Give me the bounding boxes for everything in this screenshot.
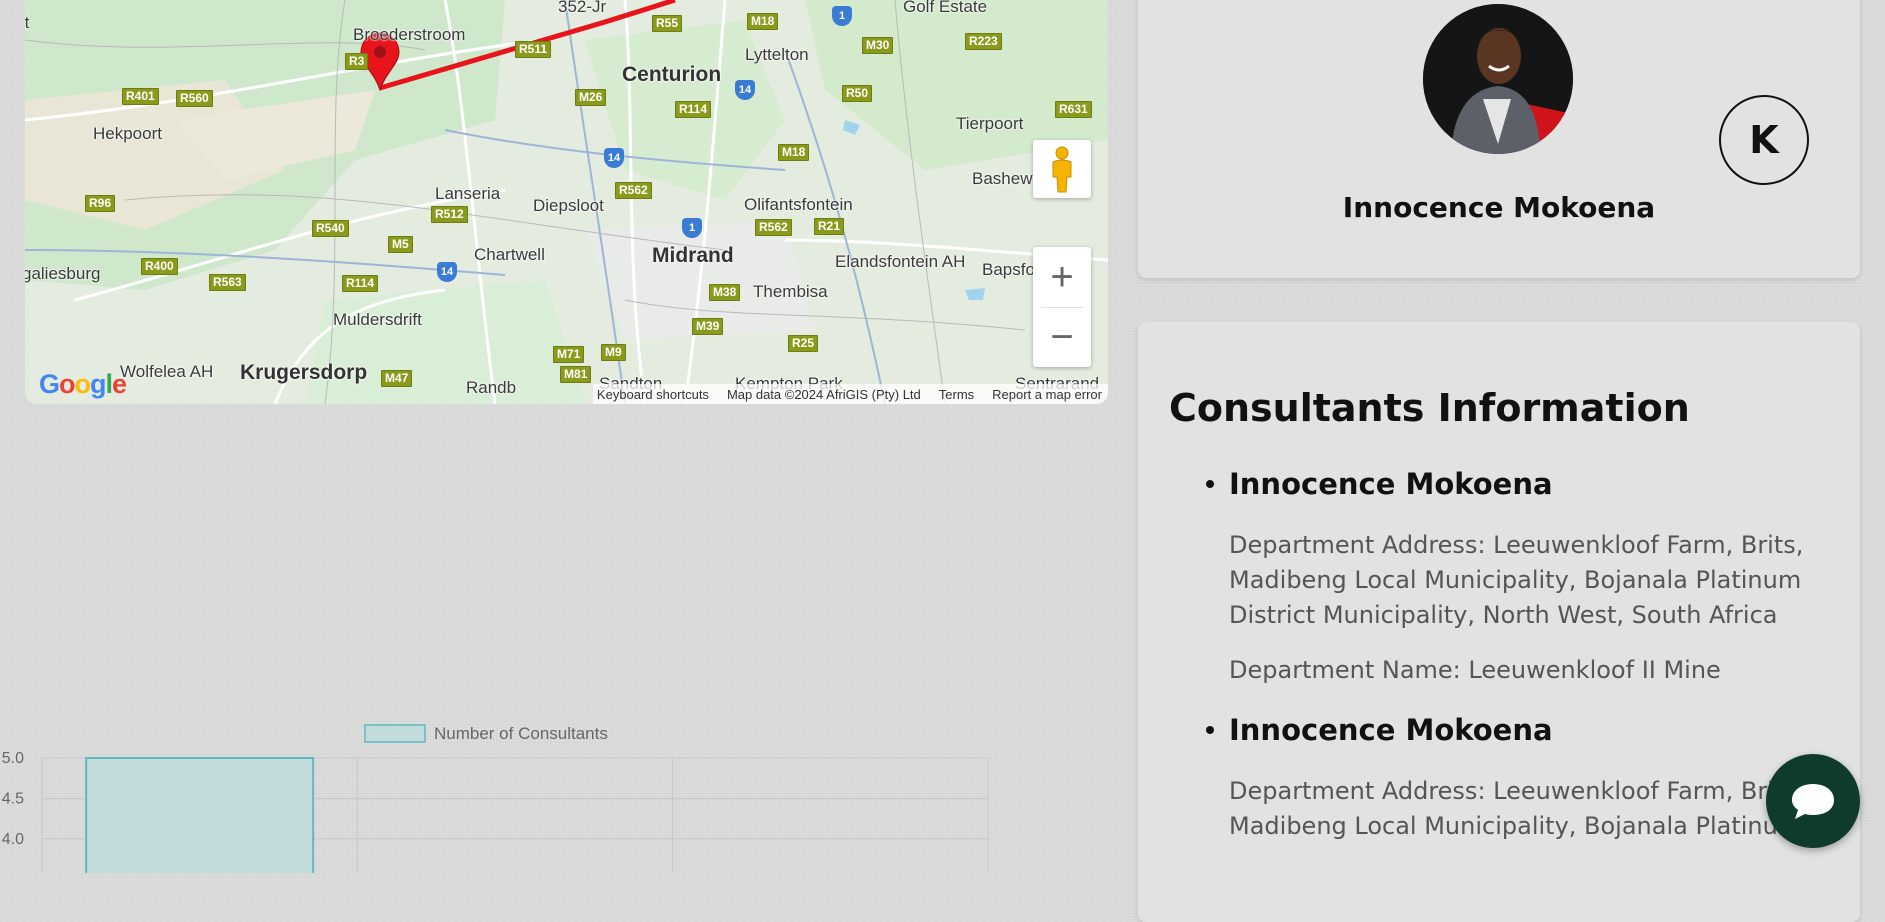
y-tick-label: 4.5 — [2, 791, 24, 808]
map-place-label: galiesburg — [25, 264, 101, 283]
map-place-label: Randb — [466, 378, 517, 397]
terms-link[interactable]: Terms — [939, 387, 974, 402]
consultant-item: Innocence Mokoena Department Address: Le… — [1169, 708, 1829, 844]
route-shield: R631 — [1055, 101, 1092, 118]
route-shield: M71 — [553, 346, 585, 363]
route-shield: R96 — [85, 195, 116, 212]
consultants-card: Consultants Information Innocence Mokoen… — [1138, 322, 1860, 922]
route-shield: M81 — [560, 366, 592, 383]
route-shield: R400 — [141, 258, 178, 275]
map-place-label: Tierpoort — [956, 114, 1024, 133]
route-shield: R540 — [312, 220, 349, 237]
map-place-label: 352-Jr — [558, 0, 607, 16]
map-place-label: Olifantsfontein — [744, 195, 853, 214]
google-logo: Google — [39, 369, 127, 399]
map-place-label: Bashew — [972, 169, 1033, 188]
route-shield: M26 — [575, 89, 607, 106]
national-route-shield: 14 — [735, 80, 755, 100]
map-place-label: Midrand — [652, 244, 734, 267]
route-shield: R512 — [431, 206, 468, 223]
consultant-department: Department Name: Leeuwenkloof II Mine — [1229, 656, 1721, 684]
map-place-label: Golf Estate — [903, 0, 988, 16]
national-route-shield: 14 — [437, 262, 457, 282]
route-shield: M47 — [381, 370, 413, 387]
route-shield: R114 — [342, 275, 379, 292]
consultants-chart: Number of Consultants 5.0 4.5 4.0 — [2, 724, 989, 873]
route-shield: R21 — [814, 218, 845, 235]
map-place-label: Hekpoort — [93, 124, 162, 143]
map-place-label: Thembisa — [753, 282, 828, 301]
route-shield: R50 — [842, 85, 873, 102]
route-shield: R401 — [122, 88, 159, 105]
chat-bubble-icon — [1792, 784, 1834, 819]
report-map-error-link[interactable]: Report a map error — [992, 387, 1102, 402]
consultant-name: Innocence Mokoena — [1229, 467, 1553, 501]
consultant-name: Innocence Mokoena — [1229, 713, 1553, 747]
map-place-label: rt — [25, 13, 30, 32]
map-place-label: Lanseria — [435, 184, 501, 203]
map-place-label: Broederstroom — [353, 25, 466, 44]
street-view-pegman-button[interactable] — [1033, 140, 1091, 198]
avatar — [1423, 4, 1573, 154]
route-shield: R55 — [652, 15, 683, 32]
zoom-control: + − — [1033, 247, 1091, 367]
consultant-address: Department Address: Leeuwenkloof Farm, B… — [1229, 531, 1804, 629]
avatar-photo — [1423, 4, 1573, 154]
zoom-in-button[interactable]: + — [1033, 247, 1091, 307]
route-shield: M18 — [778, 144, 810, 161]
y-tick-label: 5.0 — [2, 750, 24, 767]
route-shield: M38 — [709, 284, 741, 301]
national-route-shield: 1 — [682, 218, 702, 238]
route-shield: R563 — [209, 274, 246, 291]
consultant-address: Department Address: Leeuwenkloof Farm, B… — [1229, 777, 1804, 840]
route-shield: M18 — [747, 13, 779, 30]
y-tick-label: 4.0 — [2, 831, 24, 848]
map-view[interactable]: Golf Estate Broederstroom 352-Jr Lyttelt… — [25, 0, 1108, 404]
route-shield: R223 — [965, 33, 1002, 50]
route-shield: M5 — [388, 236, 413, 253]
route-shield: R562 — [615, 182, 652, 199]
route-shield: M9 — [601, 344, 626, 361]
map-place-label: Centurion — [622, 63, 722, 86]
map-data-text: Map data ©2024 AfriGIS (Pty) Ltd — [726, 386, 921, 402]
zoom-divider — [1041, 307, 1083, 308]
legend-label: Number of Consultants — [434, 724, 608, 743]
route-shield: R511 — [515, 41, 552, 58]
chart-bar — [85, 757, 315, 873]
consultants-title: Consultants Information — [1169, 386, 1690, 430]
consultants-list: Innocence Mokoena Department Address: Le… — [1169, 462, 1829, 864]
map-place-label: Chartwell — [474, 245, 545, 264]
route-shield: R562 — [755, 219, 792, 236]
map-place-label: Muldersdrift — [333, 310, 422, 329]
chat-button[interactable] — [1766, 754, 1860, 848]
user-initial-button[interactable]: K — [1719, 95, 1809, 185]
route-shield: M39 — [692, 318, 724, 335]
route-shield: M30 — [862, 37, 894, 54]
route-shield: R114 — [675, 101, 712, 118]
map-place-label: Elandsfontein AH — [835, 252, 966, 271]
map-place-label: Diepsloot — [533, 196, 604, 215]
map-place-label: Lyttelton — [745, 45, 809, 64]
route-shield: R3 — [345, 53, 369, 70]
profile-name: Innocence Mokoena — [1342, 191, 1656, 224]
zoom-out-button[interactable]: − — [1033, 307, 1091, 367]
consultant-item: Innocence Mokoena Department Address: Le… — [1169, 462, 1829, 688]
national-route-shield: 1 — [832, 6, 852, 26]
route-shield: R25 — [788, 335, 819, 352]
map-attribution-bar: Keyboard shortcuts Map data ©2024 AfriGI… — [592, 384, 1108, 404]
legend-swatch — [364, 724, 426, 743]
profile-card: Innocence Mokoena K — [1138, 0, 1860, 278]
map-place-label: Bapsfo — [982, 260, 1035, 279]
route-shield: R560 — [176, 90, 213, 107]
map-place-label: Krugersdorp — [240, 361, 368, 384]
national-route-shield: 14 — [604, 148, 624, 168]
map-place-label: Wolfelea AH — [120, 362, 214, 381]
keyboard-shortcuts-link[interactable]: Keyboard shortcuts — [597, 387, 709, 402]
pegman-icon — [1052, 146, 1072, 193]
